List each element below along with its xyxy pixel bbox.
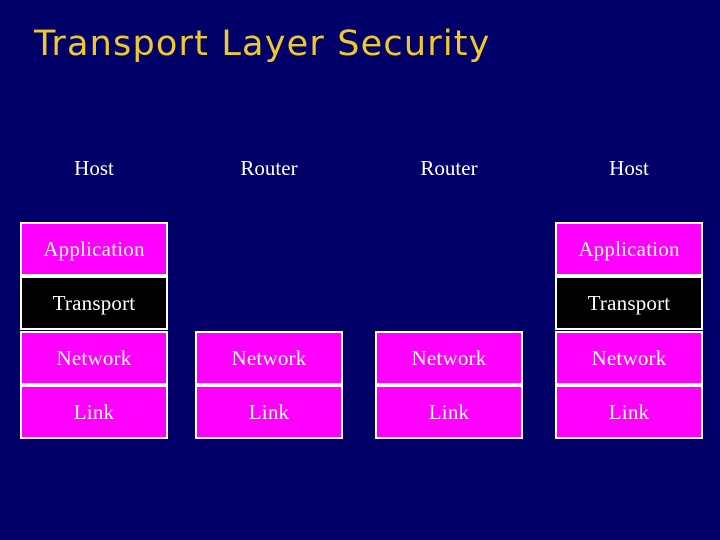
layer-box-application-col0[interactable]: Application — [20, 222, 168, 276]
layer-box-network-col1[interactable]: Network — [195, 331, 343, 385]
layer-box-label: Network — [56, 345, 132, 370]
column-header-host-0: Host — [74, 156, 114, 180]
layer-box-link-col2[interactable]: Link — [375, 385, 523, 439]
layer-box-label: Link — [608, 399, 650, 424]
column-header-host-3: Host — [609, 156, 649, 180]
layer-box-label: Application — [43, 236, 145, 261]
layer-box-label: Transport — [587, 290, 671, 315]
layer-box-label: Network — [411, 345, 487, 370]
layer-box-transport-col3[interactable]: Transport — [555, 276, 703, 330]
layer-box-label: Link — [428, 399, 470, 424]
layer-box-link-col3[interactable]: Link — [555, 385, 703, 439]
layer-box-label: Transport — [52, 290, 136, 315]
slide-canvas: Transport Layer Security Host Application… — [0, 0, 720, 540]
layer-box-network-col2[interactable]: Network — [375, 331, 523, 385]
layer-box-network-col0[interactable]: Network — [20, 331, 168, 385]
column-header-router-2: Router — [420, 156, 478, 180]
layer-box-network-col3[interactable]: Network — [555, 331, 703, 385]
protocol-stack-diagram: Host Application Transport Network Link Route… — [0, 0, 720, 540]
layer-box-link-col1[interactable]: Link — [195, 385, 343, 439]
layer-box-label: Link — [248, 399, 290, 424]
layer-box-label: Application — [578, 236, 680, 261]
layer-box-application-col3[interactable]: Application — [555, 222, 703, 276]
layer-box-label: Network — [231, 345, 307, 370]
layer-box-label: Link — [73, 399, 115, 424]
layer-box-label: Network — [591, 345, 667, 370]
column-header-router-1: Router — [240, 156, 298, 180]
layer-box-transport-col0[interactable]: Transport — [20, 276, 168, 330]
layer-box-link-col0[interactable]: Link — [20, 385, 168, 439]
